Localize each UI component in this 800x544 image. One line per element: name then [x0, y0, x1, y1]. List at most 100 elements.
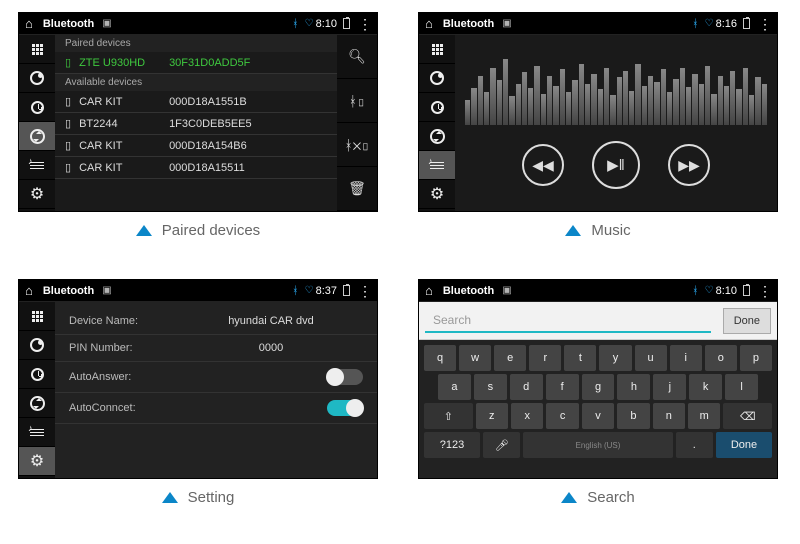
prev-button[interactable]: ◀◀	[522, 144, 564, 186]
sidebar-settings[interactable]: ⚙	[19, 180, 55, 209]
key-j[interactable]: j	[653, 374, 686, 400]
sidebar: ⚙	[419, 35, 455, 211]
paired-device-row[interactable]: ▯ ZTE U930HD 30F31D0ADD5F	[55, 52, 337, 74]
device-list: Paired devices ▯ ZTE U930HD 30F31D0ADD5F…	[55, 35, 337, 211]
triangle-icon	[561, 492, 577, 503]
sidebar-apps[interactable]	[19, 35, 55, 64]
key-v[interactable]: v	[582, 403, 614, 429]
done-button[interactable]: Done	[723, 308, 771, 334]
key-done[interactable]: Done	[716, 432, 772, 458]
sidebar-settings[interactable]: ⚙	[19, 447, 55, 476]
sidebar-music[interactable]	[19, 418, 55, 447]
key-f[interactable]: f	[546, 374, 579, 400]
key-s[interactable]: s	[474, 374, 507, 400]
key-y[interactable]: y	[599, 345, 631, 371]
menu-dots-icon[interactable]: ⋮	[758, 286, 771, 296]
bt-phone-icon: ᚼ▯	[349, 93, 366, 109]
key-l[interactable]: l	[725, 374, 758, 400]
triangle-icon	[136, 225, 152, 236]
status-bar: ⌂ Bluetooth ▣ ᚼ ♡ 8:10 ⋮	[19, 13, 377, 35]
key-w[interactable]: w	[459, 345, 491, 371]
sidebar-apps[interactable]	[19, 302, 55, 331]
autoconnect-toggle[interactable]	[327, 400, 363, 416]
key-d[interactable]: d	[510, 374, 543, 400]
app-title: Bluetooth	[443, 18, 494, 30]
device-name-row[interactable]: Device Name: hyundai CAR dvd	[55, 308, 377, 335]
key-m[interactable]: m	[688, 403, 720, 429]
menu-dots-icon[interactable]: ⋮	[758, 19, 771, 29]
key-i[interactable]: i	[670, 345, 702, 371]
key-e[interactable]: e	[494, 345, 526, 371]
sidebar-history[interactable]	[19, 93, 55, 122]
available-device-row[interactable]: ▯BT22441F3C0DEB5EE5	[55, 113, 337, 135]
sidebar-settings[interactable]: ⚙	[419, 180, 455, 209]
key-n[interactable]: n	[653, 403, 685, 429]
sidebar-history[interactable]	[419, 93, 455, 122]
home-icon[interactable]: ⌂	[425, 283, 433, 298]
sidebar-sync[interactable]	[19, 389, 55, 418]
key-symbols[interactable]: ?123	[424, 432, 480, 458]
sidebar-apps[interactable]	[419, 35, 455, 64]
key-o[interactable]: o	[705, 345, 737, 371]
search-button[interactable]: 🔍︎	[337, 35, 377, 79]
autoanswer-toggle[interactable]	[327, 369, 363, 385]
key-space[interactable]: English (US)	[523, 432, 672, 458]
key-h[interactable]: h	[617, 374, 650, 400]
autoconnect-row: AutoConncet:	[55, 393, 377, 424]
sidebar-history[interactable]	[19, 360, 55, 389]
battery-icon	[343, 285, 350, 296]
settings-panel: Device Name: hyundai CAR dvd PIN Number:…	[55, 302, 377, 478]
next-button[interactable]: ▶▶	[668, 144, 710, 186]
home-icon[interactable]: ⌂	[425, 16, 433, 31]
available-device-row[interactable]: ▯CAR KIT000D18A1551B	[55, 91, 337, 113]
sidebar-sync[interactable]	[19, 122, 55, 151]
bluetooth-icon: ᚼ	[292, 18, 299, 30]
sidebar-sync[interactable]	[419, 122, 455, 151]
key-u[interactable]: u	[635, 345, 667, 371]
key-g[interactable]: g	[582, 374, 615, 400]
key-t[interactable]: t	[564, 345, 596, 371]
bluetooth-icon: ᚼ	[692, 285, 699, 297]
sync-icon	[430, 129, 445, 144]
person-icon	[30, 338, 44, 352]
key-a[interactable]: a	[438, 374, 471, 400]
key-z[interactable]: z	[476, 403, 508, 429]
pair-button[interactable]: ᚼ▯	[337, 79, 377, 123]
search-icon: 🔍︎	[348, 48, 366, 65]
key-r[interactable]: r	[529, 345, 561, 371]
menu-dots-icon[interactable]: ⋮	[358, 286, 371, 296]
key-c[interactable]: c	[546, 403, 578, 429]
sidebar-music[interactable]	[419, 151, 455, 180]
pin-row[interactable]: PIN Number: 0000	[55, 335, 377, 362]
gear-icon: ⚙	[30, 451, 44, 471]
delete-button[interactable]: 🗑	[337, 167, 377, 211]
available-device-row[interactable]: ▯CAR KIT000D18A15511	[55, 157, 337, 179]
clock-icon	[31, 368, 44, 381]
key-mic[interactable]: 🎤︎	[483, 432, 520, 458]
key-p[interactable]: p	[740, 345, 772, 371]
clock-time: 8:10	[716, 285, 737, 297]
key-period[interactable]: .	[676, 432, 713, 458]
search-input[interactable]: Search	[425, 309, 711, 333]
key-x[interactable]: x	[511, 403, 543, 429]
sidebar-contacts[interactable]	[419, 64, 455, 93]
key-b[interactable]: b	[617, 403, 649, 429]
key-k[interactable]: k	[689, 374, 722, 400]
key-backspace[interactable]: ⌫	[723, 403, 772, 429]
sidebar-contacts[interactable]	[19, 64, 55, 93]
search-bar: Search Done	[419, 302, 777, 340]
unpair-button[interactable]: ᚼ✕▯	[337, 123, 377, 167]
sidebar-contacts[interactable]	[19, 331, 55, 360]
available-device-row[interactable]: ▯CAR KIT000D18A154B6	[55, 135, 337, 157]
rewind-icon: ◀◀	[532, 157, 554, 174]
sidebar-music[interactable]	[19, 151, 55, 180]
screen-music: ⌂ Bluetooth ▣ ᚼ ♡ 8:16 ⋮ ⚙	[418, 12, 778, 212]
play-pause-button[interactable]: ▶ǁ	[592, 141, 640, 189]
home-icon[interactable]: ⌂	[25, 16, 33, 31]
key-shift[interactable]: ⇧	[424, 403, 473, 429]
menu-dots-icon[interactable]: ⋮	[358, 19, 371, 29]
forward-icon: ▶▶	[678, 157, 700, 174]
key-q[interactable]: q	[424, 345, 456, 371]
heart-icon: ♡	[705, 18, 714, 29]
home-icon[interactable]: ⌂	[25, 283, 33, 298]
